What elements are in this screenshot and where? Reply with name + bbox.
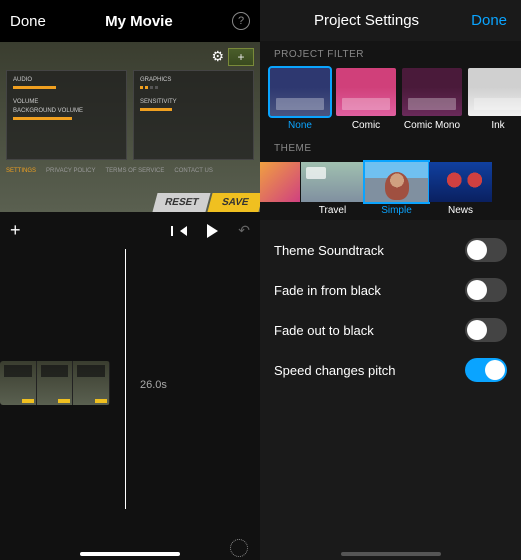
done-button[interactable]: Done bbox=[10, 13, 46, 30]
timeline[interactable]: 26.0s bbox=[0, 249, 260, 509]
undo-icon[interactable]: ↶ bbox=[238, 222, 250, 239]
filter-name: Comic bbox=[336, 120, 396, 131]
tab: PRIVACY POLICY bbox=[46, 168, 95, 174]
sub-label: SENSITIVITY bbox=[140, 99, 247, 105]
editor-screen: Done My Movie ? ⚙ + AUDIO VOLUME BACKGRO… bbox=[0, 0, 260, 560]
done-button[interactable]: Done bbox=[471, 12, 507, 29]
toggle-label: Fade out to black bbox=[274, 323, 374, 338]
theme-item-news[interactable]: News bbox=[429, 162, 492, 216]
sub-label: VOLUME bbox=[13, 99, 120, 105]
filter-thumb bbox=[336, 68, 396, 116]
toggle-row: Theme Soundtrack bbox=[260, 230, 521, 270]
filter-thumb bbox=[270, 68, 330, 116]
footer bbox=[0, 531, 260, 560]
section-label: PROJECT FILTER bbox=[260, 41, 521, 64]
panel-label: GRAPHICS bbox=[140, 77, 247, 83]
filter-thumb bbox=[468, 68, 521, 116]
slider-icon bbox=[13, 86, 56, 89]
play-icon[interactable] bbox=[207, 224, 218, 238]
gear-icon[interactable]: ⚙ bbox=[211, 48, 224, 66]
playhead[interactable] bbox=[125, 249, 126, 509]
toggle-label: Speed changes pitch bbox=[274, 363, 395, 378]
home-indicator[interactable] bbox=[80, 552, 180, 556]
tab: CONTACT US bbox=[174, 168, 212, 174]
save-button: SAVE bbox=[207, 193, 263, 212]
toggle-label: Fade in from black bbox=[274, 283, 381, 298]
theme-name: Simple bbox=[365, 205, 428, 216]
preview-panel: AUDIO VOLUME BACKGROUND VOLUME bbox=[6, 70, 127, 160]
dots-icon bbox=[140, 86, 247, 89]
theme-item-simple[interactable]: Simple bbox=[365, 162, 428, 216]
tab: SETTINGS bbox=[6, 168, 36, 174]
preview-bottombar: RESET SAVE bbox=[0, 193, 260, 212]
reset-button: RESET bbox=[153, 193, 211, 212]
theme-thumb bbox=[301, 162, 364, 202]
filter-name: Comic Mono bbox=[402, 120, 462, 131]
filter-name: Ink bbox=[468, 120, 521, 131]
previous-icon[interactable] bbox=[180, 226, 187, 236]
toggle-theme-soundtrack[interactable] bbox=[465, 238, 507, 262]
slider-icon bbox=[140, 108, 172, 111]
filter-item-comic-mono[interactable]: Comic Mono bbox=[402, 68, 462, 131]
toggle-row: Fade out to black bbox=[260, 310, 521, 350]
filter-name: None bbox=[270, 120, 330, 131]
home-indicator[interactable] bbox=[341, 552, 441, 556]
preview-panel: GRAPHICS SENSITIVITY bbox=[133, 70, 254, 160]
help-icon[interactable]: ? bbox=[232, 12, 250, 30]
theme-name: News bbox=[429, 205, 492, 216]
theme-thumb bbox=[260, 162, 300, 202]
preview-panels: AUDIO VOLUME BACKGROUND VOLUME GRAPHICS … bbox=[6, 70, 254, 160]
filter-item-none[interactable]: None bbox=[270, 68, 330, 131]
playback-toolbar: + ↶ bbox=[0, 212, 260, 249]
preview-viewer[interactable]: ⚙ + AUDIO VOLUME BACKGROUND VOLUME GRAPH… bbox=[0, 42, 260, 212]
filter-list[interactable]: None Comic Comic Mono Ink bbox=[260, 64, 521, 135]
theme-item[interactable] bbox=[260, 162, 300, 216]
section-label: THEME bbox=[260, 135, 521, 158]
toggle-fade-out[interactable] bbox=[465, 318, 507, 342]
settings-icon[interactable] bbox=[230, 539, 248, 557]
filter-thumb bbox=[402, 68, 462, 116]
theme-thumb bbox=[429, 162, 492, 202]
filter-item-comic[interactable]: Comic bbox=[336, 68, 396, 131]
filter-item-ink[interactable]: Ink bbox=[468, 68, 521, 131]
tab: TERMS OF SERVICE bbox=[105, 168, 164, 174]
panel-label: AUDIO bbox=[13, 77, 120, 83]
clip[interactable] bbox=[0, 361, 110, 405]
preview-tabs: SETTINGS PRIVACY POLICY TERMS OF SERVICE… bbox=[6, 168, 254, 174]
preview-topbar: ⚙ + bbox=[6, 48, 254, 66]
settings-screen: Project Settings Done PROJECT FILTER Non… bbox=[260, 0, 521, 560]
page-title: Project Settings bbox=[314, 12, 419, 29]
theme-list[interactable]: Travel Simple News bbox=[260, 158, 521, 220]
toggle-row: Speed changes pitch bbox=[260, 350, 521, 390]
theme-thumb bbox=[365, 162, 428, 202]
header: Done My Movie ? bbox=[0, 0, 260, 42]
slider-icon bbox=[13, 117, 72, 120]
project-title: My Movie bbox=[105, 13, 173, 30]
add-icon[interactable]: + bbox=[228, 48, 254, 66]
theme-name: Travel bbox=[301, 205, 364, 216]
theme-item-travel[interactable]: Travel bbox=[301, 162, 364, 216]
toggle-label: Theme Soundtrack bbox=[274, 243, 384, 258]
header: Project Settings Done bbox=[260, 0, 521, 41]
time-label: 26.0s bbox=[140, 379, 167, 391]
sub-label: BACKGROUND VOLUME bbox=[13, 108, 120, 114]
add-icon[interactable]: + bbox=[10, 220, 21, 241]
toggle-speed-pitch[interactable] bbox=[465, 358, 507, 382]
toggle-row: Fade in from black bbox=[260, 270, 521, 310]
toggle-fade-in[interactable] bbox=[465, 278, 507, 302]
